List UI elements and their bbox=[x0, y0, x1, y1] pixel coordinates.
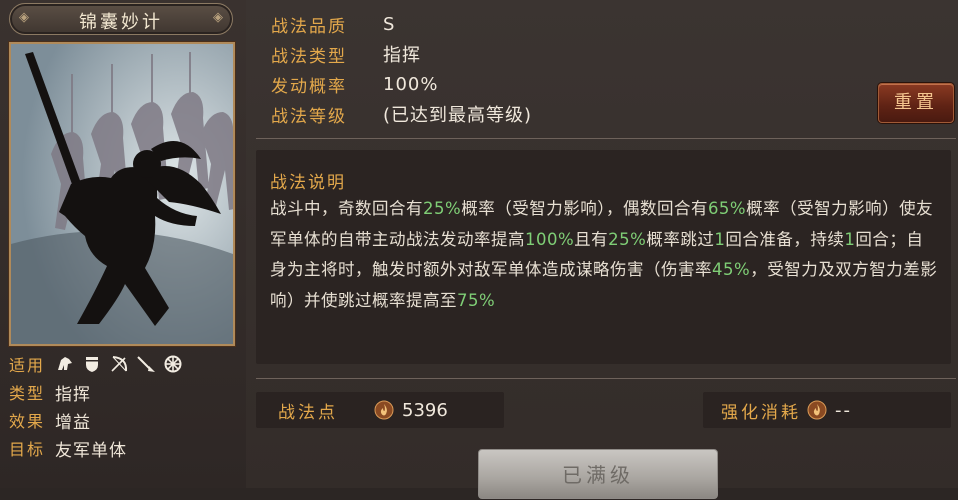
info-key-kind: 战法类型 bbox=[271, 46, 347, 67]
cost-value: -- bbox=[835, 399, 852, 421]
max-level-button[interactable]: 已满级 bbox=[478, 449, 718, 499]
divider bbox=[256, 378, 956, 379]
info-value-quality: S bbox=[383, 13, 396, 35]
shield-icon bbox=[86, 357, 98, 372]
description-highlight-value: 45% bbox=[712, 260, 751, 279]
ornament-right-icon: ◈ bbox=[213, 10, 223, 25]
info-key-rate: 发动概率 bbox=[271, 76, 347, 97]
attr-value-target: 友军单体 bbox=[55, 440, 127, 461]
description-segment: 概率跳过 bbox=[646, 229, 715, 249]
skill-attributes: 适用 类型 指挥 效果 增益 目标 友军单体 bbox=[9, 350, 244, 462]
info-quality: 战法品质 S bbox=[271, 9, 532, 39]
description-highlight-value: 1 bbox=[714, 229, 726, 249]
attr-key-effect: 效果 bbox=[9, 412, 46, 431]
description-highlight-value: 75% bbox=[457, 290, 496, 310]
description-highlight-value: 25% bbox=[608, 229, 647, 249]
skill-name-plate: ◈ 锦囊妙计 ◈ bbox=[9, 3, 233, 35]
description-highlight-value: 25% bbox=[423, 199, 462, 218]
attr-target: 目标 友军单体 bbox=[9, 434, 244, 462]
description-highlight-value: 65% bbox=[707, 199, 747, 218]
info-key-level: 战法等级 bbox=[271, 106, 347, 127]
description-highlight-value: 1 bbox=[844, 229, 856, 249]
reset-button[interactable]: 重置 bbox=[878, 83, 954, 123]
description-segment: 回合准备，持续 bbox=[725, 229, 845, 249]
description-segment: 概率（受智力影响），偶数回合有 bbox=[461, 199, 708, 218]
attr-key-type: 类型 bbox=[9, 384, 46, 403]
description-highlight-value: 100% bbox=[525, 229, 575, 249]
info-value-kind: 指挥 bbox=[383, 45, 421, 66]
divider bbox=[256, 138, 956, 139]
skill-info: 战法品质 S 战法类型 指挥 发动概率 100% 战法等级 (已达到最高等级) bbox=[271, 9, 532, 129]
description-title: 战法说明 bbox=[270, 173, 346, 193]
skill-points-box: 战法点 5396 bbox=[256, 392, 504, 428]
skill-card-panel: ◈ 锦囊妙计 ◈ 适用 类型 指挥 效果 增益 目标 友军单体 bbox=[0, 0, 246, 488]
skill-illustration bbox=[9, 42, 235, 346]
info-rate: 发动概率 100% bbox=[271, 69, 532, 99]
attr-type: 类型 指挥 bbox=[9, 378, 244, 406]
skill-description-box: 战法说明 战斗中，奇数回合有25%概率（受智力影响），偶数回合有65%概率（受智… bbox=[256, 150, 951, 364]
info-value-level: (已达到最高等级) bbox=[383, 105, 533, 126]
unit-type-icons bbox=[55, 354, 183, 374]
info-kind: 战法类型 指挥 bbox=[271, 39, 532, 69]
info-value-rate: 100% bbox=[383, 73, 439, 95]
description-text: 战斗中，奇数回合有25%概率（受智力影响），偶数回合有65%概率（受智力影响）使… bbox=[270, 194, 938, 316]
info-key-quality: 战法品质 bbox=[271, 16, 347, 37]
upgrade-cost-box: 强化消耗 -- bbox=[703, 392, 951, 428]
attr-effect: 效果 增益 bbox=[9, 406, 244, 434]
skill-name: 锦囊妙计 bbox=[79, 12, 163, 33]
cavalry-icon bbox=[58, 357, 72, 370]
points-label: 战法点 bbox=[278, 402, 338, 423]
flame-icon bbox=[807, 400, 827, 420]
bow-icon bbox=[111, 356, 128, 372]
description-segment: 战斗中，奇数回合有 bbox=[270, 199, 423, 218]
points-value: 5396 bbox=[402, 399, 448, 421]
spear-icon bbox=[137, 356, 155, 372]
description-segment: 且有 bbox=[574, 229, 609, 249]
attr-value-type: 指挥 bbox=[55, 384, 91, 405]
attr-applicable: 适用 bbox=[9, 350, 244, 378]
info-level: 战法等级 (已达到最高等级) bbox=[271, 99, 532, 129]
chariot-wheel-icon bbox=[164, 355, 182, 373]
attr-key-target: 目标 bbox=[9, 440, 46, 459]
cost-label: 强化消耗 bbox=[721, 402, 801, 423]
flame-icon bbox=[374, 400, 394, 420]
attr-value-effect: 增益 bbox=[55, 412, 91, 433]
skill-detail-panel: 战法品质 S 战法类型 指挥 发动概率 100% 战法等级 (已达到最高等级) … bbox=[246, 0, 958, 499]
attr-key-applicable: 适用 bbox=[9, 356, 46, 375]
